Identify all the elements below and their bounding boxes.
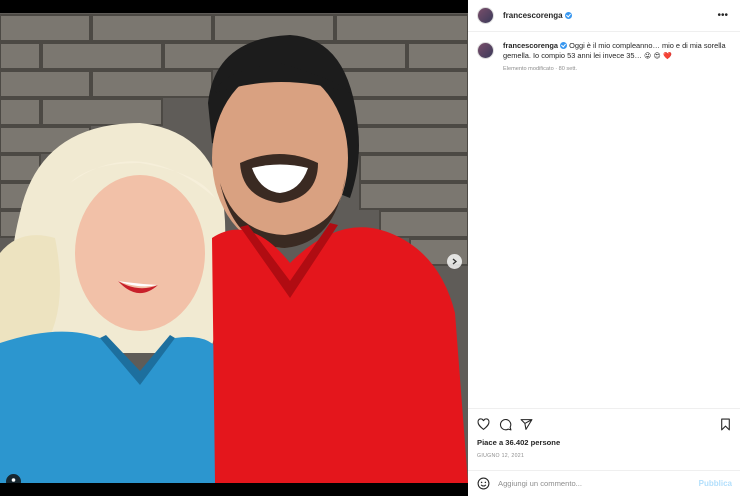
comment-bar: Pubblica	[468, 470, 740, 496]
caption-body: francescorenga Oggi è il mio compleanno……	[503, 41, 731, 72]
comment-icon[interactable]	[499, 418, 512, 431]
post-sidebar: francescorenga ••• francescorenga Oggi è…	[468, 0, 740, 496]
post-photo[interactable]	[0, 13, 468, 483]
comment-input[interactable]	[498, 479, 678, 488]
bookmark-icon[interactable]	[719, 418, 732, 431]
tagged-users-button[interactable]	[6, 474, 21, 483]
heart-icon[interactable]	[477, 418, 490, 431]
instagram-post-modal: francescorenga ••• francescorenga Oggi è…	[0, 0, 740, 496]
user-tag-icon	[11, 478, 16, 482]
caption-username-text: francescorenga	[503, 41, 559, 50]
verified-badge-icon	[560, 42, 568, 49]
caption-emojis: 😜 😍 ❤️	[643, 52, 672, 60]
post-header: francescorenga •••	[468, 0, 740, 32]
caption-username[interactable]: francescorenga	[503, 41, 568, 50]
emoji-icon[interactable]	[477, 477, 490, 490]
post-date[interactable]: GIUGNO 12, 2021	[477, 453, 524, 459]
username-text: francescorenga	[503, 11, 563, 20]
chevron-right-icon	[452, 258, 458, 265]
caption-avatar[interactable]	[477, 42, 494, 59]
share-icon[interactable]	[520, 418, 533, 431]
caption-text-block: francescorenga Oggi è il mio compleanno……	[503, 41, 731, 61]
likes-count[interactable]: Piace a 36.402 persone	[477, 438, 560, 447]
post-actions	[468, 408, 740, 438]
avatar[interactable]	[477, 7, 494, 24]
post-comment-button[interactable]: Pubblica	[699, 479, 732, 488]
username-link[interactable]: francescorenga	[503, 11, 572, 20]
caption-meta: Elemento modificato · 80 sett.	[503, 66, 577, 72]
verified-badge-icon	[564, 12, 572, 19]
next-slide-button[interactable]	[447, 254, 462, 269]
photo-illustration	[0, 13, 468, 483]
post-caption: francescorenga Oggi è il mio compleanno……	[477, 41, 735, 72]
more-options-button[interactable]: •••	[717, 10, 728, 21]
